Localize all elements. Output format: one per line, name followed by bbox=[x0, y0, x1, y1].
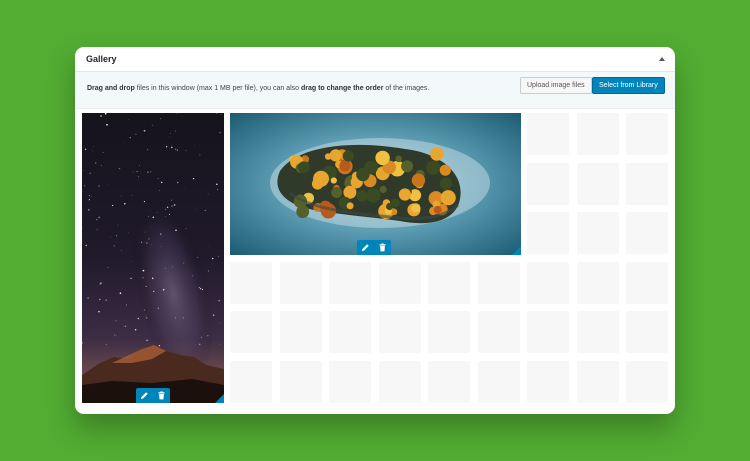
image-actions bbox=[357, 240, 391, 255]
empty-slot[interactable] bbox=[329, 261, 371, 304]
island-picture bbox=[230, 113, 521, 255]
gallery-panel: Gallery Drag and drop files in this wind… bbox=[75, 47, 675, 414]
empty-slot[interactable] bbox=[230, 261, 272, 304]
info-text-middle: files in this window (max 1 MB per file)… bbox=[134, 85, 301, 92]
empty-slot[interactable] bbox=[527, 311, 569, 353]
resize-handle[interactable] bbox=[215, 394, 224, 403]
pencil-icon[interactable] bbox=[357, 240, 374, 255]
empty-slot[interactable] bbox=[576, 113, 619, 155]
starry-sky-picture bbox=[82, 113, 224, 403]
info-text: Drag and drop files in this window (max … bbox=[87, 85, 429, 92]
empty-slot[interactable] bbox=[477, 311, 520, 353]
empty-slot[interactable] bbox=[626, 212, 668, 254]
image-actions bbox=[136, 388, 170, 403]
empty-slot[interactable] bbox=[527, 212, 569, 254]
empty-slot[interactable] bbox=[230, 360, 272, 403]
empty-slot[interactable] bbox=[527, 113, 569, 155]
info-text-end: of the images. bbox=[383, 85, 430, 92]
trash-icon[interactable] bbox=[153, 388, 170, 403]
empty-slot[interactable] bbox=[279, 311, 322, 353]
empty-slot[interactable] bbox=[527, 360, 569, 403]
gallery-grid bbox=[82, 113, 670, 403]
starry-sky-mountain-image[interactable] bbox=[82, 113, 224, 403]
empty-slot[interactable] bbox=[576, 162, 619, 205]
empty-slot[interactable] bbox=[576, 261, 619, 304]
empty-slot[interactable] bbox=[477, 261, 520, 304]
empty-slot[interactable] bbox=[329, 311, 371, 353]
trash-icon[interactable] bbox=[374, 240, 391, 255]
empty-slot[interactable] bbox=[279, 261, 322, 304]
empty-slot[interactable] bbox=[626, 113, 668, 155]
empty-slot[interactable] bbox=[230, 311, 272, 353]
upload-image-files-button[interactable]: Upload image files bbox=[520, 77, 592, 94]
select-from-library-button[interactable]: Select from Library bbox=[592, 77, 665, 94]
empty-slot[interactable] bbox=[626, 311, 668, 353]
empty-slot[interactable] bbox=[378, 360, 421, 403]
island-in-fog-aerial-image[interactable] bbox=[230, 113, 521, 255]
empty-slot[interactable] bbox=[329, 360, 371, 403]
empty-slot[interactable] bbox=[527, 162, 569, 205]
panel-header: Gallery bbox=[75, 47, 675, 72]
empty-slot[interactable] bbox=[378, 311, 421, 353]
empty-slot[interactable] bbox=[576, 360, 619, 403]
panel-title: Gallery bbox=[86, 54, 117, 64]
empty-slot[interactable] bbox=[576, 212, 619, 254]
resize-handle[interactable] bbox=[512, 246, 521, 255]
pencil-icon[interactable] bbox=[136, 388, 153, 403]
chevron-up-icon[interactable] bbox=[659, 57, 665, 61]
empty-slot[interactable] bbox=[626, 162, 668, 205]
empty-slot[interactable] bbox=[378, 261, 421, 304]
empty-slot[interactable] bbox=[428, 261, 470, 304]
empty-slot[interactable] bbox=[428, 360, 470, 403]
empty-slot[interactable] bbox=[428, 311, 470, 353]
empty-slot[interactable] bbox=[527, 261, 569, 304]
empty-slot[interactable] bbox=[279, 360, 322, 403]
empty-slot[interactable] bbox=[626, 360, 668, 403]
empty-slot[interactable] bbox=[576, 311, 619, 353]
empty-slot[interactable] bbox=[626, 261, 668, 304]
empty-slot[interactable] bbox=[477, 360, 520, 403]
info-text-drag-order: drag to change the order bbox=[300, 85, 384, 92]
info-text-drag-drop: Drag and drop bbox=[87, 85, 135, 92]
